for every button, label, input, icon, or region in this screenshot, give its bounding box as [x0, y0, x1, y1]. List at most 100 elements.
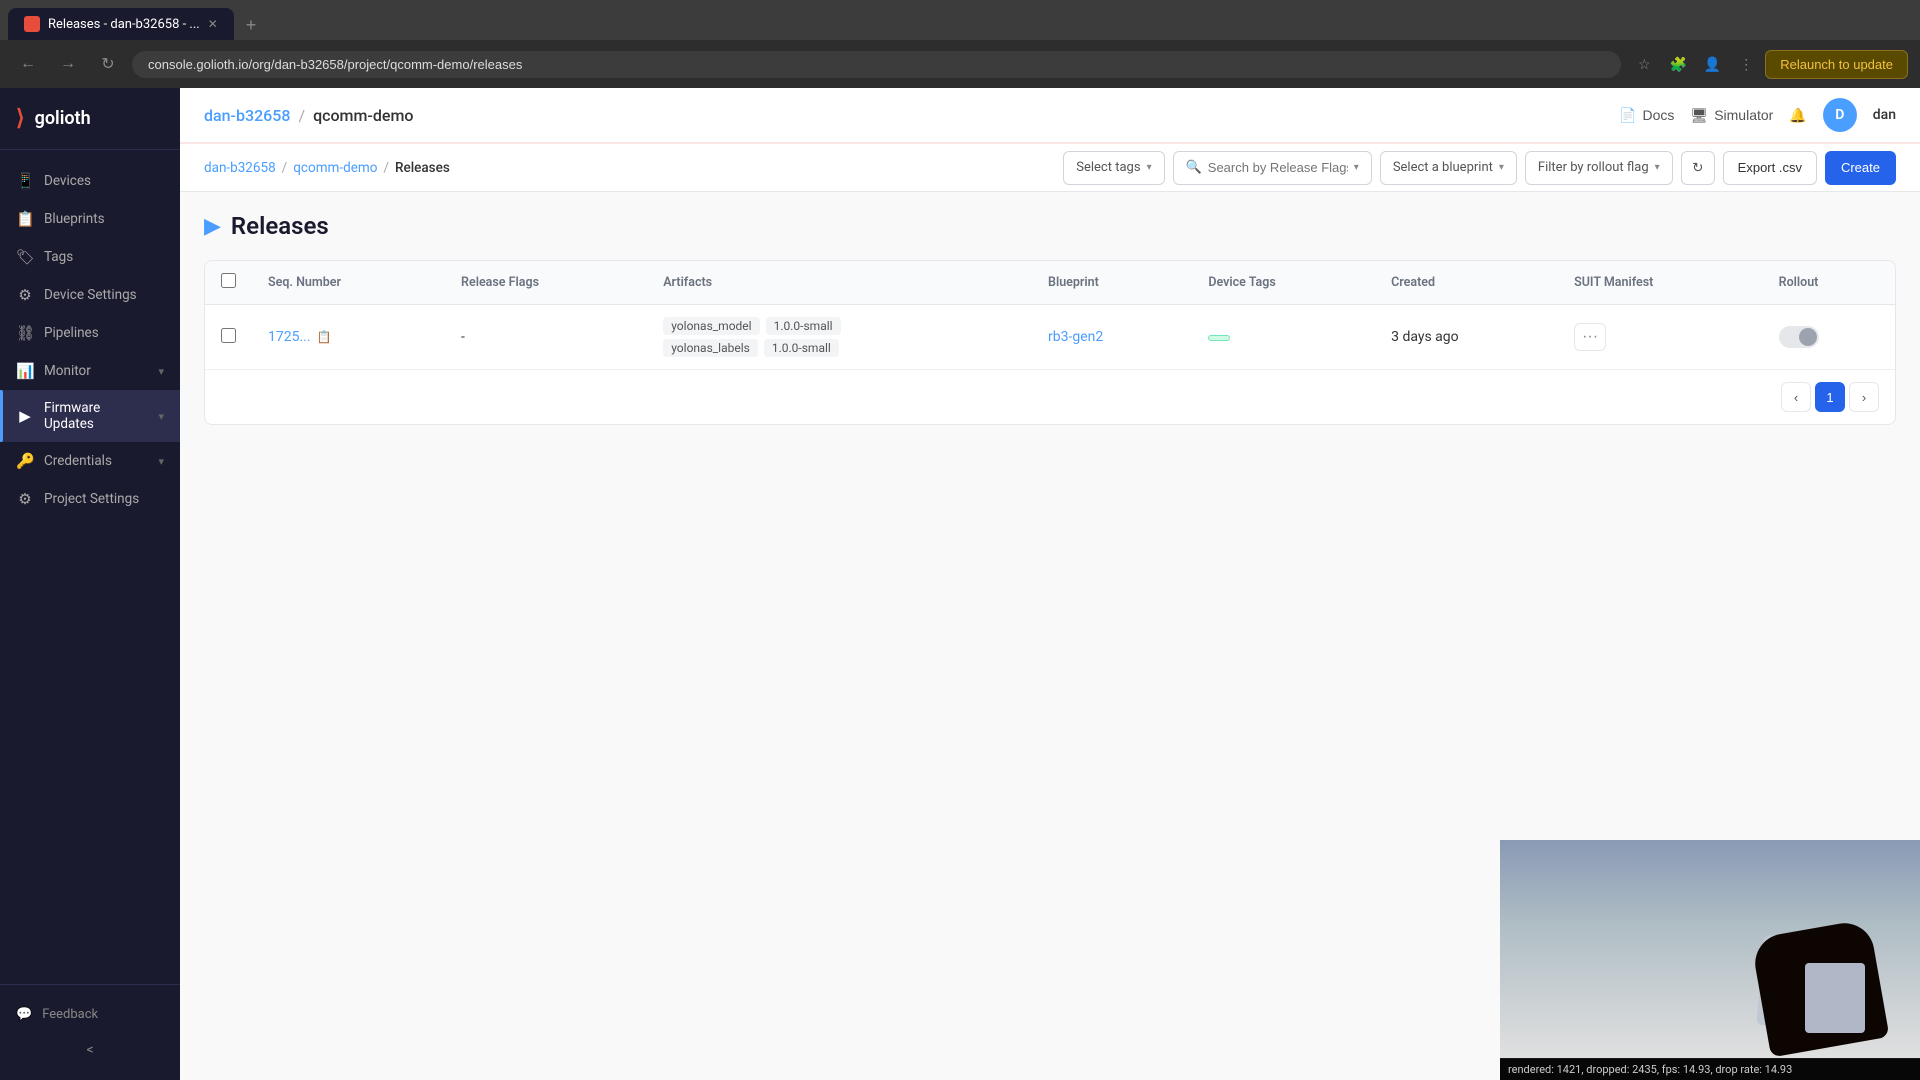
page-header: ▶ Releases	[204, 212, 1896, 240]
app-header-right: 📄 Docs 🖥 Simulator 🔔 D dan	[1619, 98, 1896, 132]
forward-button[interactable]: →	[52, 48, 84, 80]
sidebar-nav: 📱 Devices 📋 Blueprints 🏷 Tags ⚙ Device S…	[0, 150, 180, 984]
copy-icon[interactable]: 📋	[317, 330, 332, 344]
chevron-down-icon: ▾	[158, 410, 164, 423]
logo-text: golioth	[35, 108, 91, 129]
feedback-label: Feedback	[42, 1007, 98, 1022]
reload-button[interactable]: ↻	[92, 48, 124, 80]
project-settings-icon: ⚙	[16, 490, 34, 508]
artifact-name-1: yolonas_model	[663, 317, 759, 335]
feedback-icon: 💬	[16, 1007, 32, 1022]
chevron-down-icon: ▾	[158, 365, 164, 378]
sidebar-item-project-settings[interactable]: ⚙ Project Settings	[0, 480, 180, 518]
suit-manifest-cell: ···	[1558, 305, 1763, 370]
created-cell: 3 days ago	[1375, 305, 1558, 370]
menu-button[interactable]: ⋮	[1731, 49, 1761, 79]
select-blueprint-dropdown[interactable]: Select a blueprint ▾	[1380, 151, 1517, 185]
select-tags-dropdown[interactable]: Select tags ▾	[1063, 151, 1164, 185]
search-flags-input[interactable]: 🔍 ▾	[1173, 151, 1372, 185]
breadcrumb-current: Releases	[395, 160, 450, 176]
filter-rollout-dropdown[interactable]: Filter by rollout flag ▾	[1525, 151, 1673, 185]
row-select-checkbox[interactable]	[221, 328, 236, 343]
address-bar[interactable]	[132, 51, 1621, 78]
artifact-version-2: 1.0.0-small	[764, 339, 839, 357]
org-link[interactable]: dan-b32658	[204, 106, 290, 125]
sidebar-collapse-button[interactable]: <	[0, 1032, 180, 1068]
releases-icon: ▶	[204, 214, 221, 239]
active-tab[interactable]: Releases - dan-b32658 - ... ✕	[8, 8, 234, 40]
sidebar: ⟩ golioth 📱 Devices 📋 Blueprints 🏷 Tags …	[0, 88, 180, 1080]
seq-number-cell: 1725... 📋	[252, 305, 445, 370]
artifact-row-1: yolonas_model 1.0.0-small	[663, 317, 1016, 335]
blueprints-icon: 📋	[16, 210, 34, 228]
toolbar: dan-b32658 / qcomm-demo / Releases Selec…	[180, 144, 1920, 192]
sidebar-item-pipelines[interactable]: ⛓ Pipelines	[0, 314, 180, 352]
app-header-left: dan-b32658 / qcomm-demo	[204, 106, 413, 125]
device-settings-icon: ⚙	[16, 286, 34, 304]
table-row: 1725... 📋 - yolonas_model	[205, 305, 1895, 370]
sidebar-item-blueprints[interactable]: 📋 Blueprints	[0, 200, 180, 238]
sidebar-item-credentials[interactable]: 🔑 Credentials ▾	[0, 442, 180, 480]
pagination: ‹ 1 ›	[205, 370, 1895, 424]
notifications-button[interactable]: 🔔	[1789, 107, 1806, 124]
blueprint-link[interactable]: rb3-gen2	[1048, 329, 1103, 345]
next-page-button[interactable]: ›	[1849, 382, 1879, 412]
suit-manifest-header: SUIT Manifest	[1558, 261, 1763, 305]
tags-icon: 🏷	[16, 248, 34, 266]
browser-nav: ← → ↻ ☆ 🧩 👤 ⋮ Relaunch to update	[0, 40, 1920, 88]
firmware-icon: ▶	[16, 407, 34, 425]
artifact-row-2: yolonas_labels 1.0.0-small	[663, 339, 1016, 357]
docs-button[interactable]: 📄 Docs	[1619, 107, 1674, 124]
breadcrumb-org[interactable]: dan-b32658	[204, 160, 276, 176]
feedback-item[interactable]: 💬 Feedback	[0, 997, 180, 1032]
simulator-button[interactable]: 🖥 Simulator	[1690, 107, 1773, 124]
new-tab-button[interactable]: +	[238, 11, 265, 40]
extensions-button[interactable]: 🧩	[1663, 49, 1693, 79]
refresh-button[interactable]: ↻	[1681, 151, 1715, 185]
relaunch-button[interactable]: Relaunch to update	[1765, 50, 1908, 79]
user-avatar[interactable]: D	[1823, 98, 1857, 132]
sidebar-item-devices[interactable]: 📱 Devices	[0, 162, 180, 200]
artifacts-header: Artifacts	[647, 261, 1032, 305]
export-button[interactable]: Export .csv	[1723, 151, 1817, 185]
back-button[interactable]: ←	[12, 48, 44, 80]
chevron-down-icon: ▾	[158, 455, 164, 468]
chevron-down-icon: ▾	[1354, 162, 1359, 173]
breadcrumb-project[interactable]: qcomm-demo	[293, 160, 377, 176]
toggle-knob	[1799, 328, 1817, 346]
select-all-checkbox[interactable]	[221, 273, 236, 288]
sidebar-item-device-settings[interactable]: ⚙ Device Settings	[0, 276, 180, 314]
browser-chrome: Releases - dan-b32658 - ... ✕ + ← → ↻ ☆ …	[0, 0, 1920, 88]
chevron-down-icon: ▾	[1499, 162, 1504, 173]
prev-page-button[interactable]: ‹	[1781, 382, 1811, 412]
logo-icon: ⟩	[16, 106, 25, 131]
sidebar-item-label: Project Settings	[44, 491, 164, 507]
user-name: dan	[1873, 107, 1896, 123]
rollout-toggle[interactable]	[1779, 326, 1819, 348]
video-scene	[1500, 840, 1920, 1058]
sidebar-item-firmware-updates[interactable]: ▶ Firmware Updates ▾	[0, 390, 180, 442]
breadcrumb: dan-b32658 / qcomm-demo / Releases	[204, 160, 450, 176]
credentials-icon: 🔑	[16, 452, 34, 470]
app-header: dan-b32658 / qcomm-demo 📄 Docs 🖥 Simulat…	[180, 88, 1920, 144]
sidebar-item-tags[interactable]: 🏷 Tags	[0, 238, 180, 276]
device-tag-badge	[1208, 335, 1230, 341]
sidebar-item-label: Monitor	[44, 363, 148, 379]
suit-manifest-more-button[interactable]: ···	[1574, 323, 1606, 351]
sidebar-item-monitor[interactable]: 📊 Monitor ▾	[0, 352, 180, 390]
profile-button[interactable]: 👤	[1697, 49, 1727, 79]
sidebar-item-label: Pipelines	[44, 325, 164, 341]
monitor-icon: 📊	[16, 362, 34, 380]
bookmark-button[interactable]: ☆	[1629, 49, 1659, 79]
releases-table: Seq. Number Release Flags Artifacts Blue…	[205, 261, 1895, 370]
seq-number-link[interactable]: 1725... 📋	[268, 329, 429, 345]
page-1-button[interactable]: 1	[1815, 382, 1845, 412]
sidebar-item-label: Credentials	[44, 453, 148, 469]
tab-favicon	[24, 16, 40, 32]
created-header: Created	[1375, 261, 1558, 305]
sidebar-item-label: Tags	[44, 249, 164, 265]
search-flags-field[interactable]	[1208, 160, 1348, 175]
create-button[interactable]: Create	[1825, 151, 1896, 185]
tab-close-button[interactable]: ✕	[208, 17, 218, 31]
select-all-header	[205, 261, 252, 305]
